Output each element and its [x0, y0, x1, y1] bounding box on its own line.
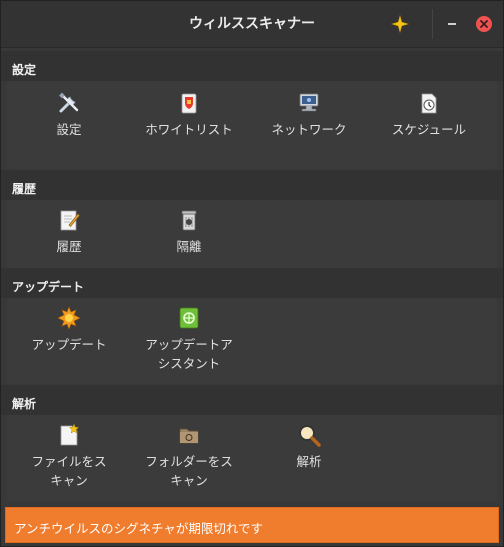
section-title: 履歴 — [12, 182, 37, 196]
whitelist-button[interactable]: ホワイトリスト — [131, 91, 247, 139]
network-button[interactable]: ネットワーク — [251, 91, 367, 139]
update-assistant-icon — [179, 307, 199, 329]
schedule-button[interactable]: スケジュール — [371, 91, 487, 139]
section-header-analysis: 解析 — [1, 385, 503, 415]
minimize-button[interactable] — [439, 11, 465, 37]
tools-icon — [59, 92, 79, 113]
item-label: ホワイトリスト — [145, 122, 233, 137]
section-header-update: アップデート — [1, 268, 503, 298]
schedule-icon — [421, 93, 437, 114]
status-bar: アンチウイルスのシグネチャが期限切れです — [5, 507, 499, 543]
section-header-settings: 設定 — [1, 51, 503, 81]
section-title: 解析 — [12, 397, 37, 411]
item-label: ファイルをス キャン — [31, 454, 107, 488]
section-title: アップデート — [12, 280, 85, 294]
update-icon — [57, 306, 81, 330]
analysis-button[interactable]: 解析 — [251, 423, 367, 471]
update-assistant-button[interactable]: アップデートア シスタント — [131, 306, 247, 373]
app-window: ウィルススキャナー 設定 設定 ホワイトリスト ネットワーク スケジュール 履歴… — [0, 0, 504, 547]
whitelist-icon — [181, 93, 197, 114]
item-label: フォルダーをス キャン — [145, 454, 233, 488]
item-label: スケジュール — [391, 122, 467, 137]
item-label: アップデート — [31, 337, 107, 352]
history-icon — [60, 210, 80, 231]
quarantine-button[interactable]: 隔離 — [131, 208, 247, 256]
analysis-icon — [299, 425, 321, 447]
titlebar: ウィルススキャナー — [1, 1, 503, 48]
scan-folder-icon — [179, 428, 199, 444]
item-label: 履歴 — [56, 239, 82, 254]
section-body-settings: 設定 ホワイトリスト ネットワーク スケジュール — [7, 81, 497, 169]
window-title: ウィルススキャナー — [189, 16, 315, 32]
status-message: アンチウイルスのシグネチャが期限切れです — [14, 521, 264, 536]
sparkle-button[interactable] — [387, 11, 413, 37]
item-label: アップデートア シスタント — [145, 337, 233, 371]
quarantine-icon — [181, 210, 197, 231]
section-body-update: アップデート アップデートア シスタント — [7, 298, 497, 384]
section-header-history: 履歴 — [1, 170, 503, 200]
section-body-history: 履歴 隔離 — [7, 200, 497, 268]
scan-file-icon — [60, 423, 80, 446]
close-button[interactable] — [471, 11, 497, 37]
network-icon — [299, 93, 319, 112]
section-title: 設定 — [12, 63, 37, 77]
scan-file-button[interactable]: ファイルをス キャン — [11, 423, 127, 490]
item-label: 設定 — [56, 122, 82, 137]
close-icon — [476, 16, 492, 32]
history-button[interactable]: 履歴 — [11, 208, 127, 256]
settings-button[interactable]: 設定 — [11, 91, 127, 139]
item-label: 隔離 — [176, 239, 202, 254]
section-body-analysis: ファイルをス キャン フォルダーをス キャン 解析 — [7, 415, 497, 501]
update-button[interactable]: アップデート — [11, 306, 127, 354]
scan-folder-button[interactable]: フォルダーをス キャン — [131, 423, 247, 490]
sparkle-icon — [391, 15, 409, 33]
minimize-icon — [448, 23, 456, 25]
item-label: ネットワーク — [271, 122, 347, 137]
item-label: 解析 — [296, 454, 322, 469]
